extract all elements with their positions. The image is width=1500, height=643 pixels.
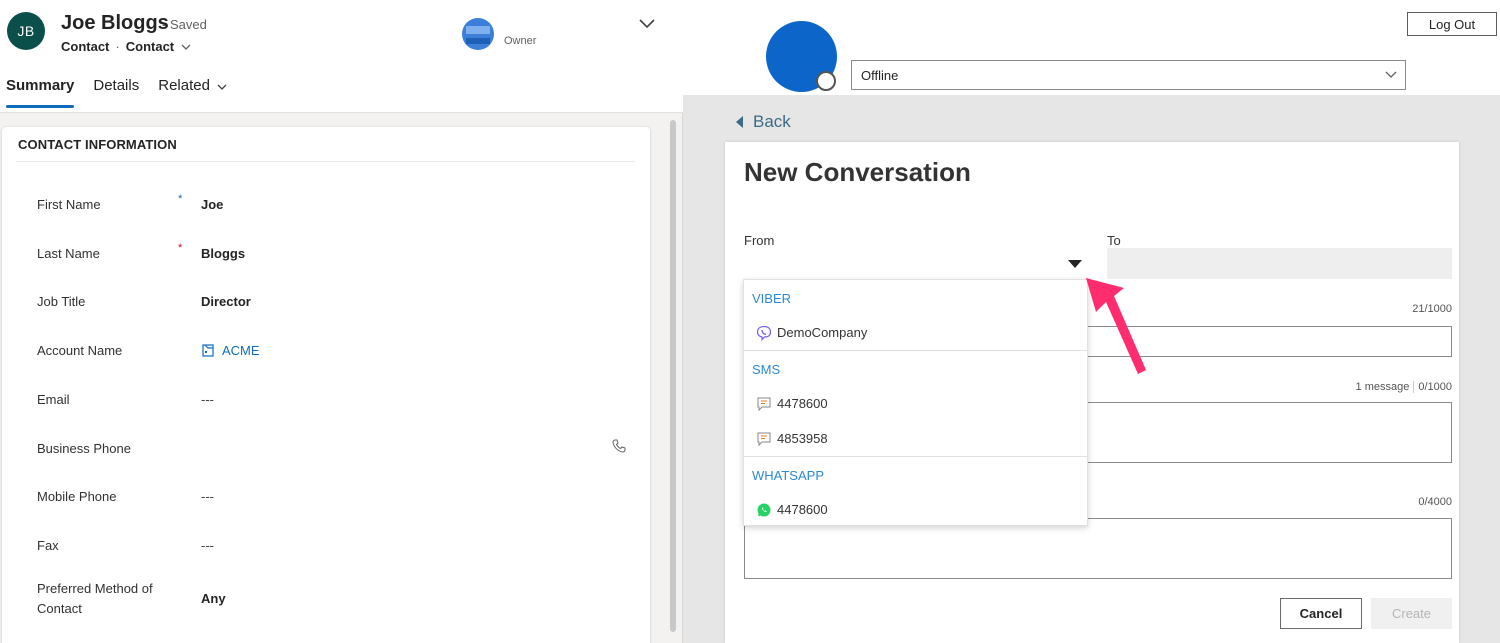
form-selector[interactable]: Contact (126, 39, 174, 54)
record-entity-form: Contact · Contact (61, 39, 192, 54)
whatsapp-icon (757, 503, 771, 516)
annotation-arrow-icon (1086, 278, 1146, 374)
logout-button[interactable]: Log Out (1407, 12, 1497, 36)
dropdown-group-sms: SMS 4478600 4853958 (744, 351, 1087, 456)
record-avatar: JB (7, 12, 45, 50)
sms-icon (757, 432, 771, 446)
dropdown-group-whatsapp: WHATSAPP 4478600 (744, 457, 1087, 527)
from-dropdown-menu: VIBER DemoCompany SMS 4478600 4853958 WH… (743, 279, 1088, 526)
char-counter-3: 0/4000 (1418, 496, 1452, 508)
field-fax[interactable]: Fax --- (37, 536, 627, 576)
account-link[interactable]: ACME (201, 343, 260, 358)
phone-icon[interactable] (611, 438, 627, 454)
section-title: CONTACT INFORMATION (18, 137, 177, 152)
back-arrow-icon (736, 116, 743, 128)
owner-avatar[interactable] (462, 18, 494, 50)
sms-icon (757, 397, 771, 411)
dropdown-item[interactable]: 4478600 (744, 386, 1087, 421)
field-last-name[interactable]: Last Name * Bloggs (37, 242, 627, 284)
required-marker: * (178, 242, 183, 254)
panel-title: New Conversation (744, 157, 971, 187)
field-business-phone[interactable]: Business Phone (37, 439, 627, 479)
dropdown-item[interactable]: DemoCompany (744, 315, 1087, 350)
tab-details[interactable]: Details (93, 73, 139, 109)
contact-record-pane: JB Joe Bloggs - Saved Contact · Contact … (0, 0, 683, 643)
dropdown-group-viber: VIBER DemoCompany (744, 280, 1087, 350)
presence-select[interactable]: Offline (851, 60, 1406, 90)
recommended-marker: * (178, 193, 183, 205)
field-account-name[interactable]: Account Name ACME (37, 341, 627, 381)
left-scrollbar[interactable] (670, 120, 676, 632)
notes-input[interactable] (744, 518, 1452, 579)
char-counter-1: 21/1000 (1412, 303, 1452, 315)
agent-header: Log Out Offline (683, 0, 1500, 95)
create-button[interactable]: Create (1371, 598, 1452, 629)
chevron-down-icon (1385, 71, 1397, 78)
char-counter-2: 1 message 0/1000 (1355, 381, 1452, 394)
chevron-down-icon (217, 84, 227, 90)
from-label: From (744, 233, 775, 248)
cancel-button[interactable]: Cancel (1280, 598, 1362, 629)
field-email[interactable]: Email --- (37, 390, 627, 430)
viber-icon (756, 325, 772, 341)
separator-dot: · (115, 39, 120, 54)
record-title: Joe Bloggs (61, 12, 169, 34)
contact-information-card: CONTACT INFORMATION First Name * Joe Las… (2, 127, 650, 643)
expand-header-chevron-icon[interactable] (637, 17, 657, 31)
field-first-name[interactable]: First Name * Joe (37, 193, 627, 235)
group-header: VIBER (752, 291, 792, 306)
to-input[interactable] (1107, 248, 1452, 279)
field-mobile-phone[interactable]: Mobile Phone --- (37, 487, 627, 527)
record-tabs: Summary Details Related (0, 73, 241, 111)
tab-related[interactable]: Related (158, 73, 228, 109)
save-status: - Saved (162, 17, 207, 32)
chevron-down-icon[interactable] (180, 41, 192, 53)
to-label: To (1107, 233, 1121, 248)
presence-status-icon (816, 71, 836, 91)
field-job-title[interactable]: Job Title Director (37, 292, 627, 332)
account-icon (202, 344, 214, 357)
tab-summary[interactable]: Summary (6, 73, 75, 109)
section-divider (16, 161, 634, 162)
group-header: SMS (752, 362, 781, 377)
record-header: JB Joe Bloggs - Saved Contact · Contact … (0, 0, 683, 113)
owner-label: Owner (504, 35, 537, 47)
from-select[interactable] (744, 250, 1088, 280)
entity-name: Contact (61, 39, 110, 54)
dropdown-item[interactable]: 4853958 (744, 421, 1087, 456)
dropdown-item[interactable]: 4478600 (744, 492, 1087, 527)
caret-down-icon (1068, 260, 1082, 268)
field-preferred-contact-method[interactable]: Preferred Method of Contact Any (37, 579, 627, 619)
back-link[interactable]: Back (736, 112, 791, 132)
group-header: WHATSAPP (752, 468, 824, 483)
